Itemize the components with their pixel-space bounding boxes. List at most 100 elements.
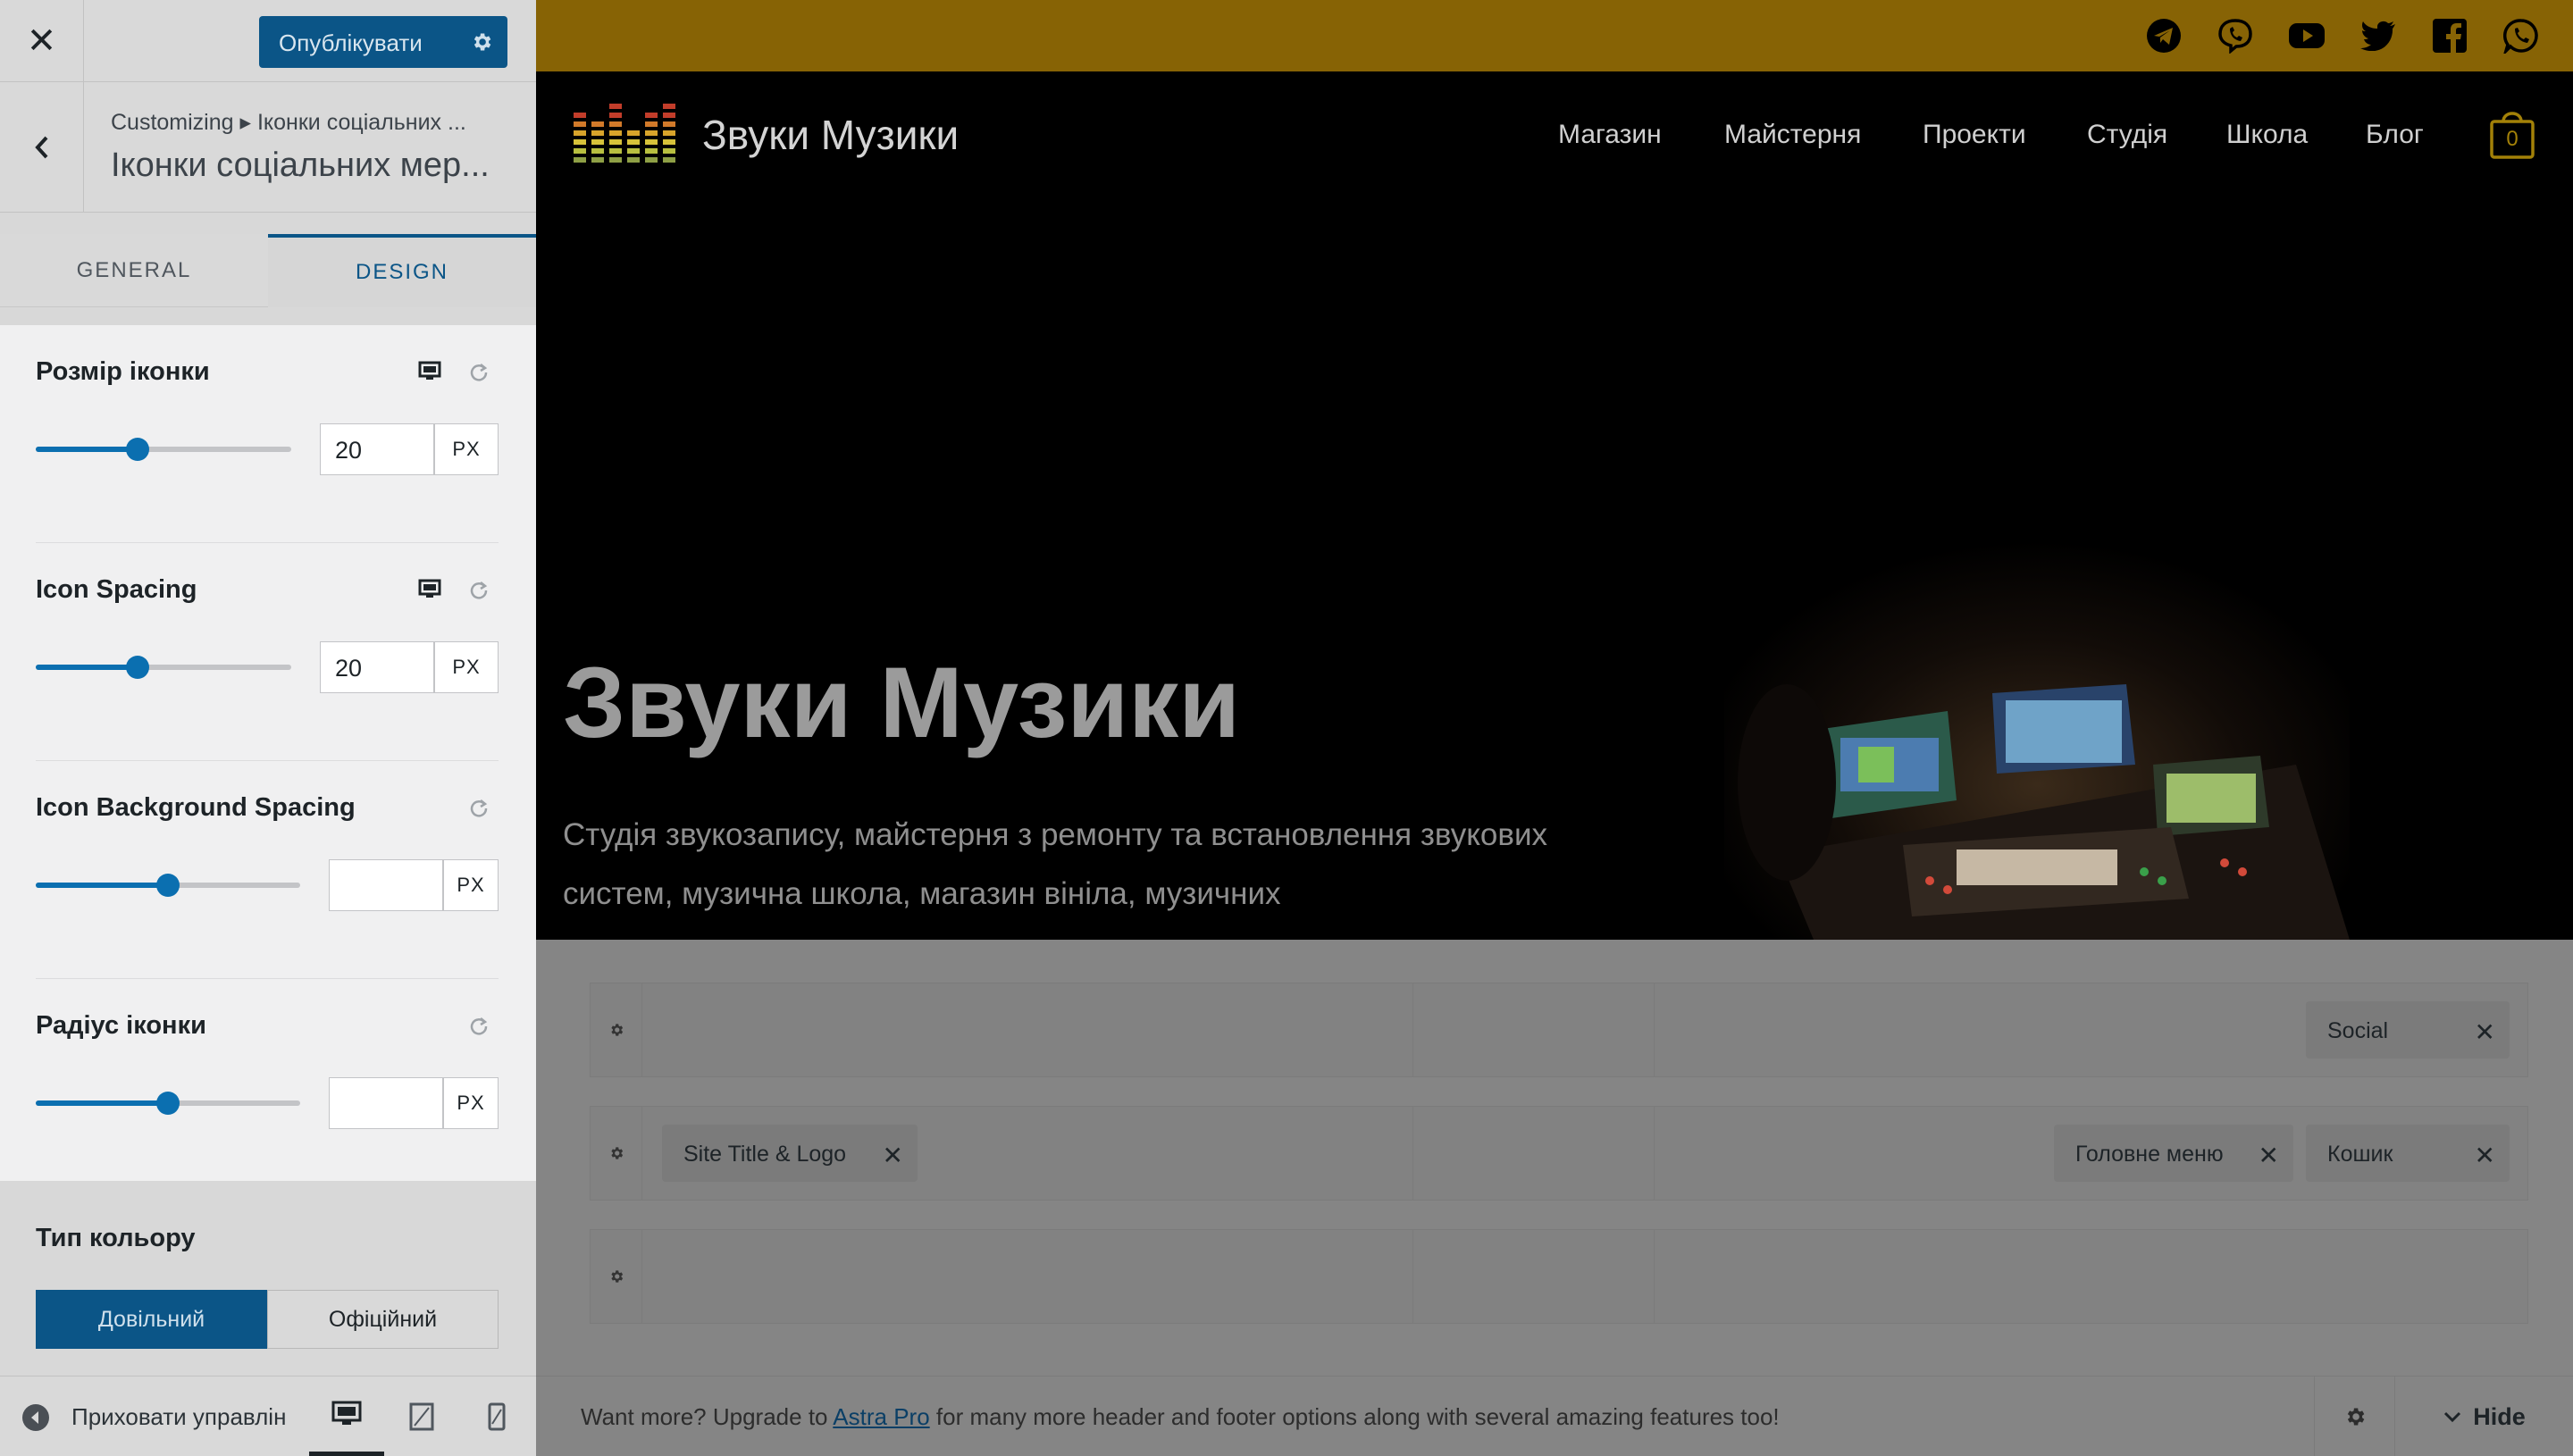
unit-selector[interactable]: PX bbox=[434, 641, 499, 693]
hero-background-image bbox=[1724, 497, 2350, 940]
site-header: Звуки Музики Магазин Майстерня Проекти С… bbox=[536, 71, 2573, 273]
unit-selector[interactable]: PX bbox=[443, 1077, 499, 1129]
color-type-custom-option[interactable]: Довільний bbox=[36, 1290, 267, 1349]
icon-size-slider[interactable] bbox=[36, 438, 291, 461]
chevron-down-icon bbox=[2444, 1411, 2461, 1423]
remove-item-icon[interactable]: ✕ bbox=[2475, 1141, 2495, 1170]
builder-row-above-header: Social ✕ bbox=[590, 983, 2528, 1077]
menu-item-school[interactable]: Школа bbox=[2226, 120, 2308, 150]
control-label: Icon Background Spacing bbox=[36, 793, 356, 822]
publish-settings-gear-icon[interactable] bbox=[456, 16, 507, 68]
site-title[interactable]: Звуки Музики bbox=[702, 111, 959, 159]
reset-icon[interactable] bbox=[468, 797, 490, 823]
row-zone-right[interactable]: Social ✕ bbox=[1654, 983, 2527, 1076]
row-zone-center[interactable] bbox=[1412, 983, 1654, 1076]
reset-icon[interactable] bbox=[468, 579, 490, 605]
builder-item-primary-menu[interactable]: Головне меню ✕ bbox=[2054, 1125, 2293, 1182]
whatsapp-icon[interactable] bbox=[2502, 16, 2541, 55]
row-zone-center[interactable] bbox=[1412, 1230, 1654, 1323]
publish-button[interactable]: Опублікувати bbox=[259, 16, 507, 68]
control-label: Icon Spacing bbox=[36, 575, 197, 604]
viber-icon[interactable] bbox=[2216, 16, 2255, 55]
slider-thumb[interactable] bbox=[156, 1092, 180, 1115]
customizer-sidebar: ✕ Опублікувати Customizing ▸ Іконки соці… bbox=[0, 0, 536, 1456]
row-settings-gear-icon[interactable] bbox=[591, 1230, 642, 1323]
youtube-icon[interactable] bbox=[2287, 16, 2326, 55]
site-logo[interactable] bbox=[572, 96, 679, 176]
telegram-icon[interactable] bbox=[2144, 16, 2183, 55]
icon-size-input[interactable]: 20 bbox=[320, 423, 434, 475]
device-tablet-button[interactable] bbox=[384, 1377, 459, 1456]
icon-background-spacing-control: Icon Background Spacing PX bbox=[36, 761, 499, 979]
tab-general[interactable]: GENERAL bbox=[0, 234, 268, 307]
hide-builder-button[interactable]: Hide bbox=[2394, 1377, 2573, 1456]
row-zone-right[interactable] bbox=[1654, 1230, 2527, 1323]
icon-spacing-input[interactable]: 20 bbox=[320, 641, 434, 693]
device-mobile-button[interactable] bbox=[459, 1377, 534, 1456]
upgrade-text: Want more? Upgrade to Astra Pro for many… bbox=[581, 1403, 1780, 1431]
menu-item-shop[interactable]: Магазин bbox=[1558, 120, 1662, 150]
remove-item-icon[interactable]: ✕ bbox=[883, 1141, 903, 1170]
builder-item-social[interactable]: Social ✕ bbox=[2306, 1001, 2510, 1059]
hide-label: Hide bbox=[2473, 1402, 2526, 1430]
icon-radius-input[interactable] bbox=[329, 1077, 443, 1129]
back-button[interactable] bbox=[0, 82, 84, 213]
unit-selector[interactable]: PX bbox=[443, 859, 499, 911]
device-desktop-button[interactable] bbox=[309, 1377, 384, 1456]
builder-item-label: Головне меню bbox=[2075, 1142, 2224, 1167]
row-zone-center[interactable] bbox=[1412, 1107, 1654, 1200]
cart-button[interactable]: 0 bbox=[2489, 105, 2535, 165]
builder-item-site-title-logo[interactable]: Site Title & Logo ✕ bbox=[662, 1125, 918, 1182]
close-customizer-button[interactable]: ✕ bbox=[0, 0, 84, 82]
hide-controls-label[interactable]: Приховати управлін bbox=[71, 1403, 302, 1431]
section-header: Customizing ▸ Іконки соціальних ... Ікон… bbox=[0, 82, 536, 213]
builder-item-label: Social bbox=[2327, 1018, 2389, 1043]
upgrade-text-before: Want more? Upgrade to bbox=[581, 1403, 834, 1430]
row-settings-gear-icon[interactable] bbox=[591, 983, 642, 1076]
desktop-responsive-icon[interactable] bbox=[418, 579, 441, 605]
remove-item-icon[interactable]: ✕ bbox=[2259, 1141, 2279, 1170]
hero-section: Звуки Музики Студія звукозапису, майстер… bbox=[536, 273, 2573, 940]
icon-radius-slider[interactable] bbox=[36, 1092, 300, 1115]
section-title: Іконки соціальних мер... bbox=[111, 146, 490, 184]
slider-thumb[interactable] bbox=[126, 656, 150, 679]
remove-item-icon[interactable]: ✕ bbox=[2475, 1017, 2495, 1047]
upgrade-text-after: for many more header and footer options … bbox=[929, 1403, 1780, 1430]
slider-thumb[interactable] bbox=[126, 438, 150, 461]
menu-item-studio[interactable]: Студія bbox=[2087, 120, 2167, 150]
close-icon: ✕ bbox=[26, 21, 57, 61]
icon-background-spacing-slider[interactable] bbox=[36, 874, 300, 897]
builder-row-below-header bbox=[590, 1229, 2528, 1324]
desktop-responsive-icon[interactable] bbox=[418, 361, 441, 387]
twitter-icon[interactable] bbox=[2359, 16, 2398, 55]
row-zone-right[interactable]: Головне меню ✕ Кошик ✕ bbox=[1654, 1107, 2527, 1200]
icon-spacing-slider[interactable] bbox=[36, 656, 291, 679]
icon-spacing-control: Icon Spacing 20 PX bbox=[36, 543, 499, 761]
astra-pro-link[interactable]: Astra Pro bbox=[833, 1403, 929, 1430]
reset-icon[interactable] bbox=[468, 361, 490, 387]
mobile-icon bbox=[488, 1402, 506, 1431]
site-preview: Звуки Музики Магазин Майстерня Проекти С… bbox=[536, 0, 2573, 1456]
icon-background-spacing-input[interactable] bbox=[329, 859, 443, 911]
reset-icon[interactable] bbox=[468, 1015, 490, 1041]
menu-item-blog[interactable]: Блог bbox=[2366, 120, 2424, 150]
builder-settings-gear-icon[interactable] bbox=[2314, 1377, 2394, 1456]
row-settings-gear-icon[interactable] bbox=[591, 1107, 642, 1200]
color-type-official-option[interactable]: Офіційний bbox=[267, 1290, 499, 1349]
upgrade-notice-bar: Want more? Upgrade to Astra Pro for many… bbox=[536, 1376, 2573, 1456]
hero-title: Звуки Музики bbox=[563, 647, 1241, 758]
collapse-sidebar-icon[interactable] bbox=[21, 1403, 50, 1436]
icon-size-control: Розмір іконки 20 PX bbox=[36, 325, 499, 543]
unit-selector[interactable]: PX bbox=[434, 423, 499, 475]
breadcrumb: Customizing ▸ Іконки соціальних ... bbox=[111, 110, 466, 135]
cart-count: 0 bbox=[2506, 127, 2519, 151]
menu-item-projects[interactable]: Проекти bbox=[1923, 120, 2026, 150]
builder-row-primary-header: Site Title & Logo ✕ Головне меню ✕ Кошик… bbox=[590, 1106, 2528, 1201]
facebook-icon[interactable] bbox=[2430, 16, 2469, 55]
control-label: Тип кольору bbox=[36, 1224, 196, 1252]
builder-item-cart[interactable]: Кошик ✕ bbox=[2306, 1125, 2510, 1182]
menu-item-workshop[interactable]: Майстерня bbox=[1724, 120, 1861, 150]
desktop-icon bbox=[331, 1401, 362, 1425]
slider-thumb[interactable] bbox=[156, 874, 180, 897]
tab-design[interactable]: DESIGN bbox=[268, 234, 536, 307]
